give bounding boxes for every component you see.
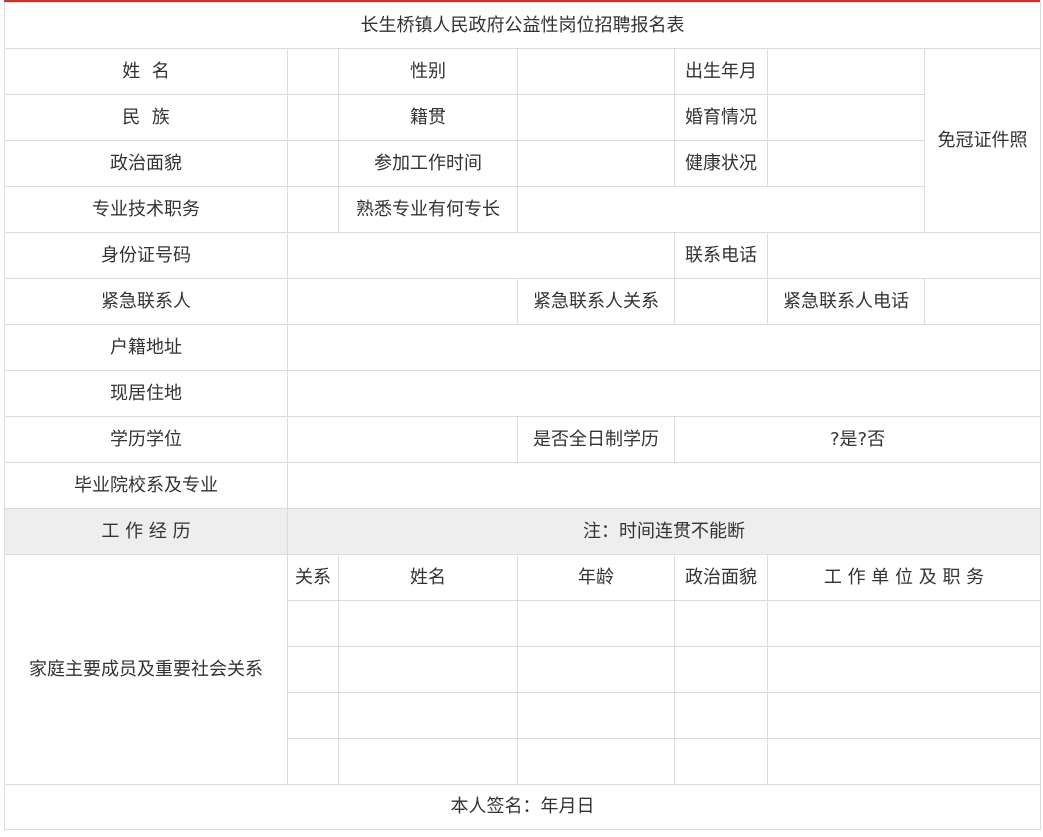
label-family: 家庭主要成员及重要社会关系 bbox=[4, 554, 288, 785]
row-emergency: 紧急联系人 紧急联系人关系 紧急联系人电话 bbox=[4, 278, 1042, 325]
label-school-major: 毕业院校系及专业 bbox=[4, 462, 288, 509]
field-school-major[interactable] bbox=[286, 462, 1042, 509]
field-household-address[interactable] bbox=[286, 324, 1042, 371]
family-cell-age[interactable] bbox=[517, 600, 675, 647]
label-work-start: 参加工作时间 bbox=[338, 140, 518, 187]
family-cell-employer[interactable] bbox=[766, 646, 1042, 693]
family-cell-political[interactable] bbox=[674, 646, 768, 693]
photo-cell[interactable]: 免冠证件照 bbox=[923, 48, 1042, 233]
family-cell-name[interactable] bbox=[338, 600, 518, 647]
label-native-place: 籍贯 bbox=[338, 94, 518, 141]
label-emergency-relation: 紧急联系人关系 bbox=[517, 278, 675, 325]
field-marital[interactable] bbox=[767, 94, 925, 141]
family-header-employer: 工 作 单 位 及 职 务 bbox=[766, 554, 1042, 601]
label-health: 健康状况 bbox=[674, 140, 768, 187]
row-id: 身份证号码 联系电话 bbox=[4, 232, 1042, 279]
label-marital: 婚育情况 bbox=[674, 94, 768, 141]
row-work-history: 工 作 经 历 注：时间连贯不能断 bbox=[4, 508, 1042, 555]
field-emergency-relation[interactable] bbox=[674, 278, 768, 325]
family-cell-relation[interactable] bbox=[287, 646, 339, 693]
field-gender[interactable] bbox=[517, 48, 675, 95]
family-cell-age[interactable] bbox=[517, 646, 675, 693]
family-cell-political[interactable] bbox=[674, 600, 768, 647]
field-political[interactable] bbox=[287, 140, 339, 187]
family-cell-employer[interactable] bbox=[766, 600, 1042, 647]
label-fulltime: 是否全日制学历 bbox=[517, 416, 675, 463]
family-cell-political[interactable] bbox=[674, 692, 768, 739]
fulltime-choice[interactable]: ?是?否 bbox=[673, 416, 1042, 463]
family-cell-age[interactable] bbox=[517, 738, 675, 785]
signature-line[interactable]: 本人签名：年月日 bbox=[3, 784, 1042, 830]
label-birth: 出生年月 bbox=[674, 48, 768, 95]
field-emergency-phone[interactable] bbox=[923, 278, 1042, 325]
field-title-prof[interactable] bbox=[287, 186, 339, 233]
label-political: 政治面貌 bbox=[4, 140, 288, 187]
row-political: 政治面貌 参加工作时间 健康状况 bbox=[4, 140, 1041, 187]
family-cell-employer[interactable] bbox=[766, 692, 1042, 739]
field-ethnicity[interactable] bbox=[287, 94, 339, 141]
family-cell-political[interactable] bbox=[674, 738, 768, 785]
title-row: 长生桥镇人民政府公益性岗位招聘报名表 bbox=[3, 2, 1042, 49]
label-emergency-contact: 紧急联系人 bbox=[4, 278, 288, 325]
registration-form: 长生桥镇人民政府公益性岗位招聘报名表 姓 名 性别 出生年月 免冠证件照 民 族… bbox=[3, 2, 1042, 830]
label-education: 学历学位 bbox=[4, 416, 288, 463]
row-school: 毕业院校系及专业 bbox=[4, 462, 1042, 509]
family-header-row: 家庭主要成员及重要社会关系 关系 姓名 年龄 政治面貌 工 作 单 位 及 职 … bbox=[4, 554, 1042, 785]
field-name[interactable] bbox=[287, 48, 339, 95]
field-native-place[interactable] bbox=[517, 94, 675, 141]
row-household: 户籍地址 bbox=[4, 324, 1042, 371]
field-birth[interactable] bbox=[767, 48, 925, 95]
label-emergency-phone: 紧急联系人电话 bbox=[767, 278, 925, 325]
family-cell-relation[interactable] bbox=[287, 692, 339, 739]
family-cell-relation[interactable] bbox=[287, 738, 339, 785]
label-current-address: 现居住地 bbox=[4, 370, 288, 417]
signature-row: 本人签名：年月日 bbox=[3, 784, 1042, 830]
label-phone: 联系电话 bbox=[674, 232, 768, 279]
family-header-name: 姓名 bbox=[338, 554, 518, 601]
label-name: 姓 名 bbox=[4, 48, 288, 95]
work-history-note: 注：时间连贯不能断 bbox=[286, 508, 1042, 555]
label-gender: 性别 bbox=[338, 48, 518, 95]
field-current-address[interactable] bbox=[286, 370, 1042, 417]
row-ethnicity: 民 族 籍贯 婚育情况 bbox=[4, 94, 1041, 141]
form-title: 长生桥镇人民政府公益性岗位招聘报名表 bbox=[3, 2, 1042, 49]
family-cell-relation[interactable] bbox=[287, 600, 339, 647]
row-education: 学历学位 是否全日制学历 ?是?否 bbox=[4, 416, 1042, 463]
label-household-address: 户籍地址 bbox=[4, 324, 288, 371]
family-header-political: 政治面貌 bbox=[674, 554, 768, 601]
family-cell-employer[interactable] bbox=[766, 738, 1042, 785]
label-ethnicity: 民 族 bbox=[4, 94, 288, 141]
row-professional: 专业技术职务 熟悉专业有何专长 bbox=[4, 186, 1041, 233]
label-specialty: 熟悉专业有何专长 bbox=[338, 186, 518, 233]
family-cell-name[interactable] bbox=[338, 738, 518, 785]
family-cell-name[interactable] bbox=[338, 646, 518, 693]
family-cell-age[interactable] bbox=[517, 692, 675, 739]
row-current-address: 现居住地 bbox=[4, 370, 1042, 417]
field-education[interactable] bbox=[287, 416, 518, 463]
field-specialty[interactable] bbox=[517, 186, 925, 233]
label-id-number: 身份证号码 bbox=[4, 232, 288, 279]
label-title-prof: 专业技术职务 bbox=[4, 186, 288, 233]
label-work-history: 工 作 经 历 bbox=[4, 508, 288, 555]
family-cell-name[interactable] bbox=[338, 692, 518, 739]
family-header-relation: 关系 bbox=[287, 554, 339, 601]
family-header-age: 年龄 bbox=[517, 554, 675, 601]
field-phone[interactable] bbox=[766, 232, 1042, 279]
field-health[interactable] bbox=[767, 140, 925, 187]
row-name: 姓 名 性别 出生年月 免冠证件照 bbox=[4, 48, 1042, 233]
field-emergency-contact[interactable] bbox=[287, 278, 518, 325]
field-work-start[interactable] bbox=[517, 140, 675, 187]
field-id-number[interactable] bbox=[287, 232, 675, 279]
